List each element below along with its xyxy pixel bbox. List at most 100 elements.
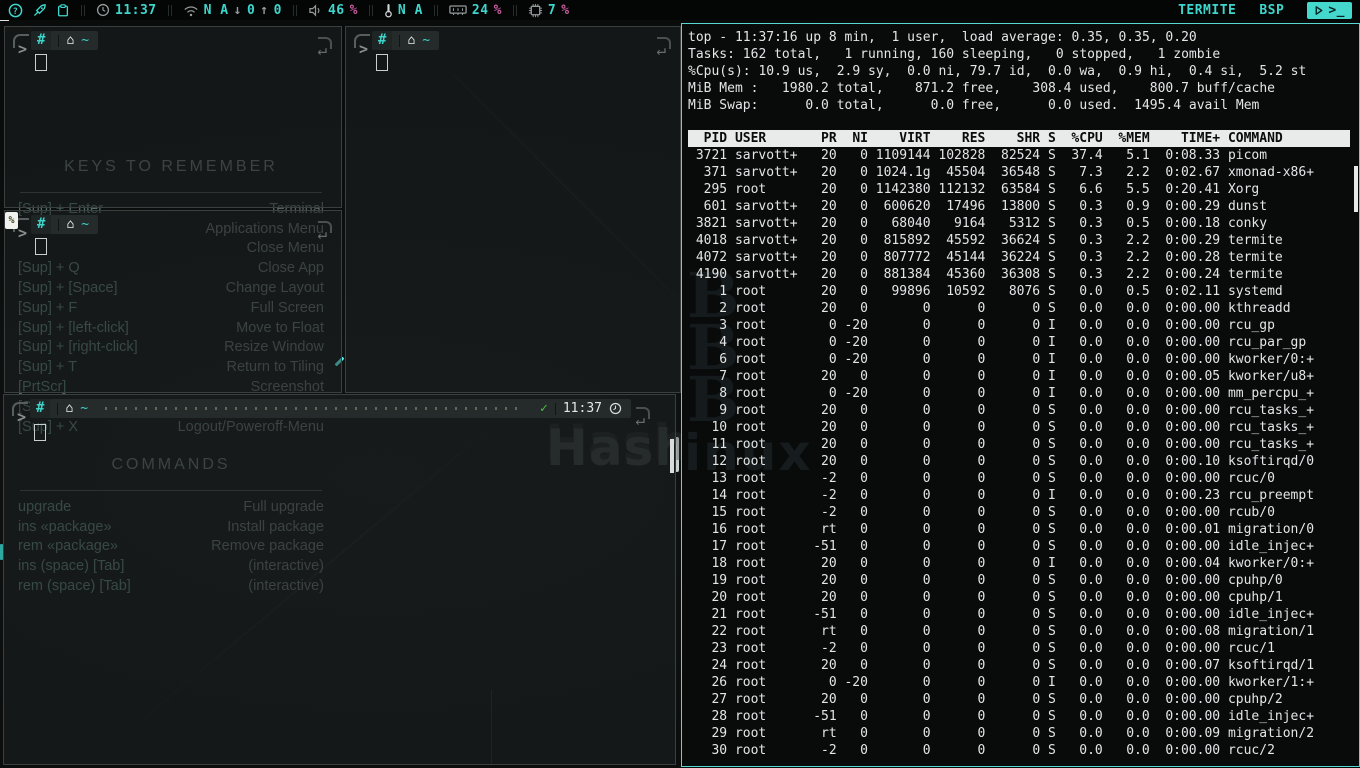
cell-virt: 0	[868, 419, 931, 436]
cell-command: cpuhp/2	[1220, 691, 1283, 708]
memory-module: 24%	[449, 3, 502, 18]
network-module: N A ↓ 0 ↑ 0	[183, 3, 282, 18]
cell-pid: 601	[688, 198, 727, 215]
help-icon[interactable]: ?	[8, 3, 23, 18]
cell-user: root	[727, 317, 805, 334]
cell-ni: 0	[837, 487, 868, 504]
cell-ni: -20	[837, 334, 868, 351]
cell-pid: 6	[688, 351, 727, 368]
cell-shr: 0	[985, 487, 1040, 504]
cell-user: root	[727, 691, 805, 708]
cell-user: root	[727, 538, 805, 555]
cell-cpu: 0.0	[1056, 300, 1103, 317]
cell-command: rcu_tasks_+	[1220, 419, 1314, 436]
active-workspace-indicator[interactable]: >_	[1307, 2, 1352, 19]
text-cursor	[376, 54, 388, 71]
divider	[57, 403, 58, 415]
cell-pid: 3721	[688, 147, 727, 164]
cell-shr: 0	[985, 436, 1040, 453]
cell-ni: -20	[837, 317, 868, 334]
cell-user: root	[727, 368, 805, 385]
workspace-label-termite[interactable]: TERMITE	[1178, 3, 1236, 18]
clipboard-button[interactable]	[56, 3, 70, 18]
terminal-window-middle-left[interactable]: > # ⌂ ~ ↵	[4, 210, 342, 393]
cell-mem: 0.0	[1103, 657, 1150, 674]
separator	[81, 5, 85, 16]
cell-shr: 0	[985, 402, 1040, 419]
launcher-button[interactable]	[32, 3, 47, 18]
process-row: 4072 sarvott+ 20 0 807772 45144 36224 S …	[688, 249, 1350, 266]
cell-mem: 0.0	[1103, 521, 1150, 538]
cell-state: S	[1040, 164, 1056, 181]
prompt-clock-icon	[609, 402, 622, 415]
cell-pr: 20	[805, 300, 836, 317]
shell-prompt-bar: # ⌂ ~	[372, 31, 439, 50]
cell-command: idle_injec+	[1220, 538, 1314, 555]
cell-ni: 0	[837, 589, 868, 606]
cell-res: 0	[931, 623, 986, 640]
svg-text:?: ?	[13, 5, 19, 15]
cell-pid: 27	[688, 691, 727, 708]
cell-user: root	[727, 334, 805, 351]
cell-virt: 0	[868, 402, 931, 419]
process-row: 27 root 20 0 0 0 0 S 0.0 0.0 0:00.00 cpu…	[688, 691, 1350, 708]
cell-cpu: 0.0	[1056, 453, 1103, 470]
cell-mem: 0.0	[1103, 368, 1150, 385]
cell-mem: 0.5	[1103, 215, 1150, 232]
cell-virt: 0	[868, 487, 931, 504]
cell-time: 0:00.08	[1150, 623, 1220, 640]
cell-mem: 0.0	[1103, 385, 1150, 402]
cell-ni: 0	[837, 453, 868, 470]
cell-state: S	[1040, 623, 1056, 640]
workspace-label-bsp[interactable]: BSP	[1259, 3, 1284, 18]
shell-prompt-bar: # ⌂ ~	[31, 31, 98, 50]
cell-ni: 0	[837, 198, 868, 215]
cell-state: I	[1040, 487, 1056, 504]
cell-pid: 14	[688, 487, 727, 504]
process-row: 22 root rt 0 0 0 0 S 0.0 0.0 0:00.08 mig…	[688, 623, 1350, 640]
terminal-window-top-left[interactable]: > # ⌂ ~ ↵	[4, 26, 342, 208]
cell-state: S	[1040, 640, 1056, 657]
clipboard-icon[interactable]	[56, 3, 70, 18]
cell-user: sarvott+	[727, 164, 805, 181]
divider	[555, 403, 556, 415]
cell-time: 0:00.29	[1150, 232, 1220, 249]
help-button[interactable]: ?	[8, 3, 23, 18]
cell-state: I	[1040, 317, 1056, 334]
cell-time: 0:00.00	[1150, 589, 1220, 606]
cell-time: 0:00.00	[1150, 572, 1220, 589]
net-status: N A	[204, 3, 229, 18]
process-row: 7 root 20 0 0 0 0 I 0.0 0.0 0:00.05 kwor…	[688, 368, 1350, 385]
scrollbar-thumb[interactable]	[670, 439, 674, 473]
terminal-window-top-output[interactable]: B B B inux top - 11:37:16 up 8 min, 1 us…	[681, 23, 1360, 767]
process-row: 30 root -2 0 0 0 0 S 0.0 0.0 0:00.00 rcu…	[688, 742, 1350, 759]
rocket-icon[interactable]	[32, 3, 47, 18]
process-row: 371 sarvott+ 20 0 1024.1g 45504 36548 S …	[688, 164, 1350, 181]
cell-shr: 0	[985, 640, 1040, 657]
cell-virt: 881384	[868, 266, 931, 283]
terminal-window-top-middle[interactable]: > # ⌂ ~ ↵	[345, 26, 681, 393]
cell-cpu: 0.0	[1056, 538, 1103, 555]
cell-user: root	[727, 742, 805, 759]
cell-user: root	[727, 453, 805, 470]
upload-arrow-icon: ↑	[260, 3, 268, 18]
cell-user: root	[727, 419, 805, 436]
cell-time: 0:00.10	[1150, 453, 1220, 470]
top-summary-line: MiB Mem : 1980.2 total, 871.2 free, 308.…	[688, 80, 1350, 97]
cell-res: 45592	[931, 232, 986, 249]
cell-virt: 0	[868, 436, 931, 453]
cell-command: dunst	[1220, 198, 1267, 215]
terminal-window-bottom[interactable]: Hashl_ > # ⌂ ~ ✓ 11:37 ↵	[3, 394, 676, 765]
cell-pr: 20	[805, 147, 836, 164]
cell-state: S	[1040, 589, 1056, 606]
cell-pid: 3821	[688, 215, 727, 232]
cell-cpu: 37.4	[1056, 147, 1103, 164]
cell-mem: 0.0	[1103, 453, 1150, 470]
cell-res: 0	[931, 317, 986, 334]
cell-virt: 815892	[868, 232, 931, 249]
scrollbar-thumb[interactable]	[1354, 166, 1358, 212]
cell-ni: 0	[837, 402, 868, 419]
cell-pid: 7	[688, 368, 727, 385]
cell-command: rcu_tasks_+	[1220, 436, 1314, 453]
cell-pid: 15	[688, 504, 727, 521]
